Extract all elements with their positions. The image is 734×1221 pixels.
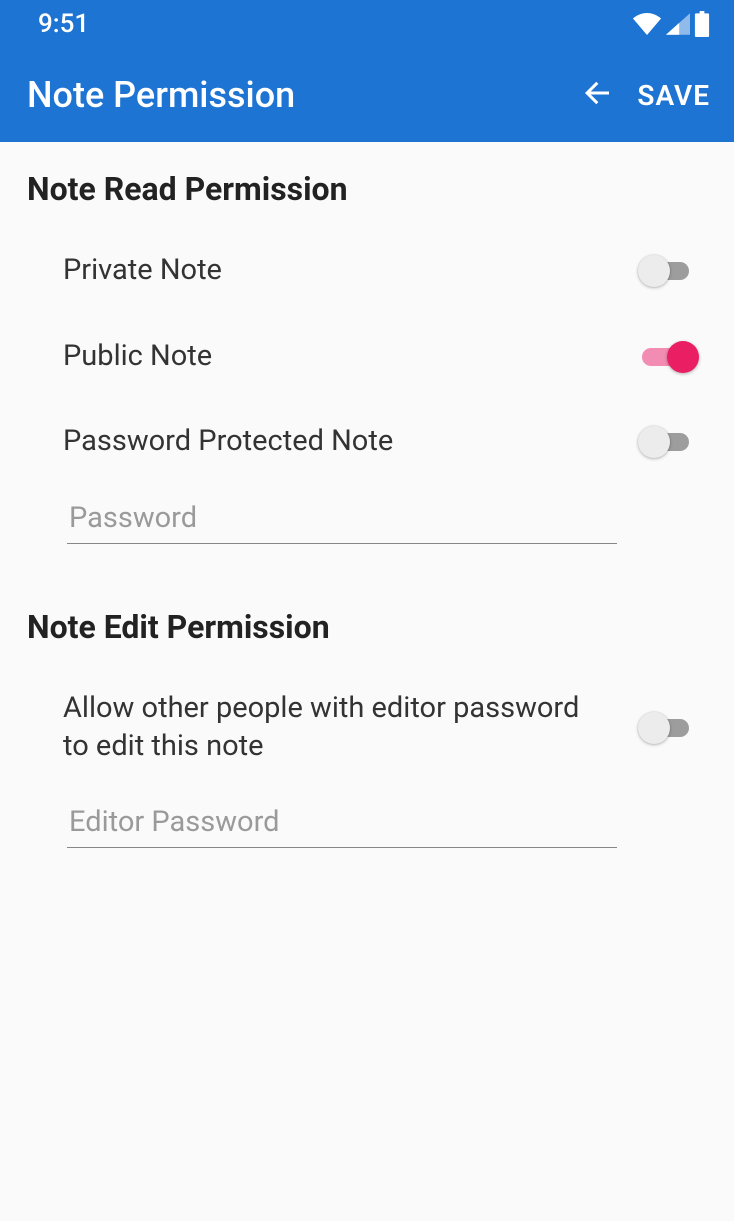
password-input[interactable] bbox=[67, 495, 617, 544]
private-note-toggle[interactable] bbox=[642, 262, 689, 280]
password-protected-row: Password Protected Note bbox=[27, 399, 707, 485]
app-bar: Note Permission SAVE bbox=[0, 48, 734, 142]
editor-password-input-wrap bbox=[27, 789, 707, 872]
battery-icon bbox=[694, 11, 710, 37]
allow-editor-toggle[interactable] bbox=[642, 719, 689, 737]
allow-editor-row: Allow other people with editor password … bbox=[27, 666, 707, 789]
public-note-label: Public Note bbox=[63, 338, 272, 376]
password-protected-toggle[interactable] bbox=[642, 433, 689, 451]
private-note-row: Private Note bbox=[27, 228, 707, 314]
private-note-label: Private Note bbox=[63, 252, 282, 290]
password-input-wrap bbox=[27, 485, 707, 568]
status-icons bbox=[632, 11, 710, 37]
content: Note Read Permission Private Note Public… bbox=[0, 142, 734, 872]
save-button[interactable]: SAVE bbox=[631, 69, 716, 122]
password-protected-label: Password Protected Note bbox=[63, 423, 453, 461]
edit-permission-heading: Note Edit Permission bbox=[27, 608, 707, 646]
allow-editor-label: Allow other people with editor password … bbox=[63, 690, 642, 765]
wifi-icon bbox=[632, 13, 662, 35]
status-time: 9:51 bbox=[38, 9, 89, 39]
arrow-left-icon bbox=[579, 75, 615, 115]
status-bar: 9:51 bbox=[0, 0, 734, 48]
public-note-row: Public Note bbox=[27, 314, 707, 400]
public-note-toggle[interactable] bbox=[642, 348, 689, 366]
page-title: Note Permission bbox=[27, 74, 573, 116]
editor-password-input[interactable] bbox=[67, 799, 617, 848]
cell-signal-icon bbox=[666, 13, 690, 35]
read-permission-heading: Note Read Permission bbox=[27, 170, 707, 208]
back-button[interactable] bbox=[573, 71, 621, 119]
